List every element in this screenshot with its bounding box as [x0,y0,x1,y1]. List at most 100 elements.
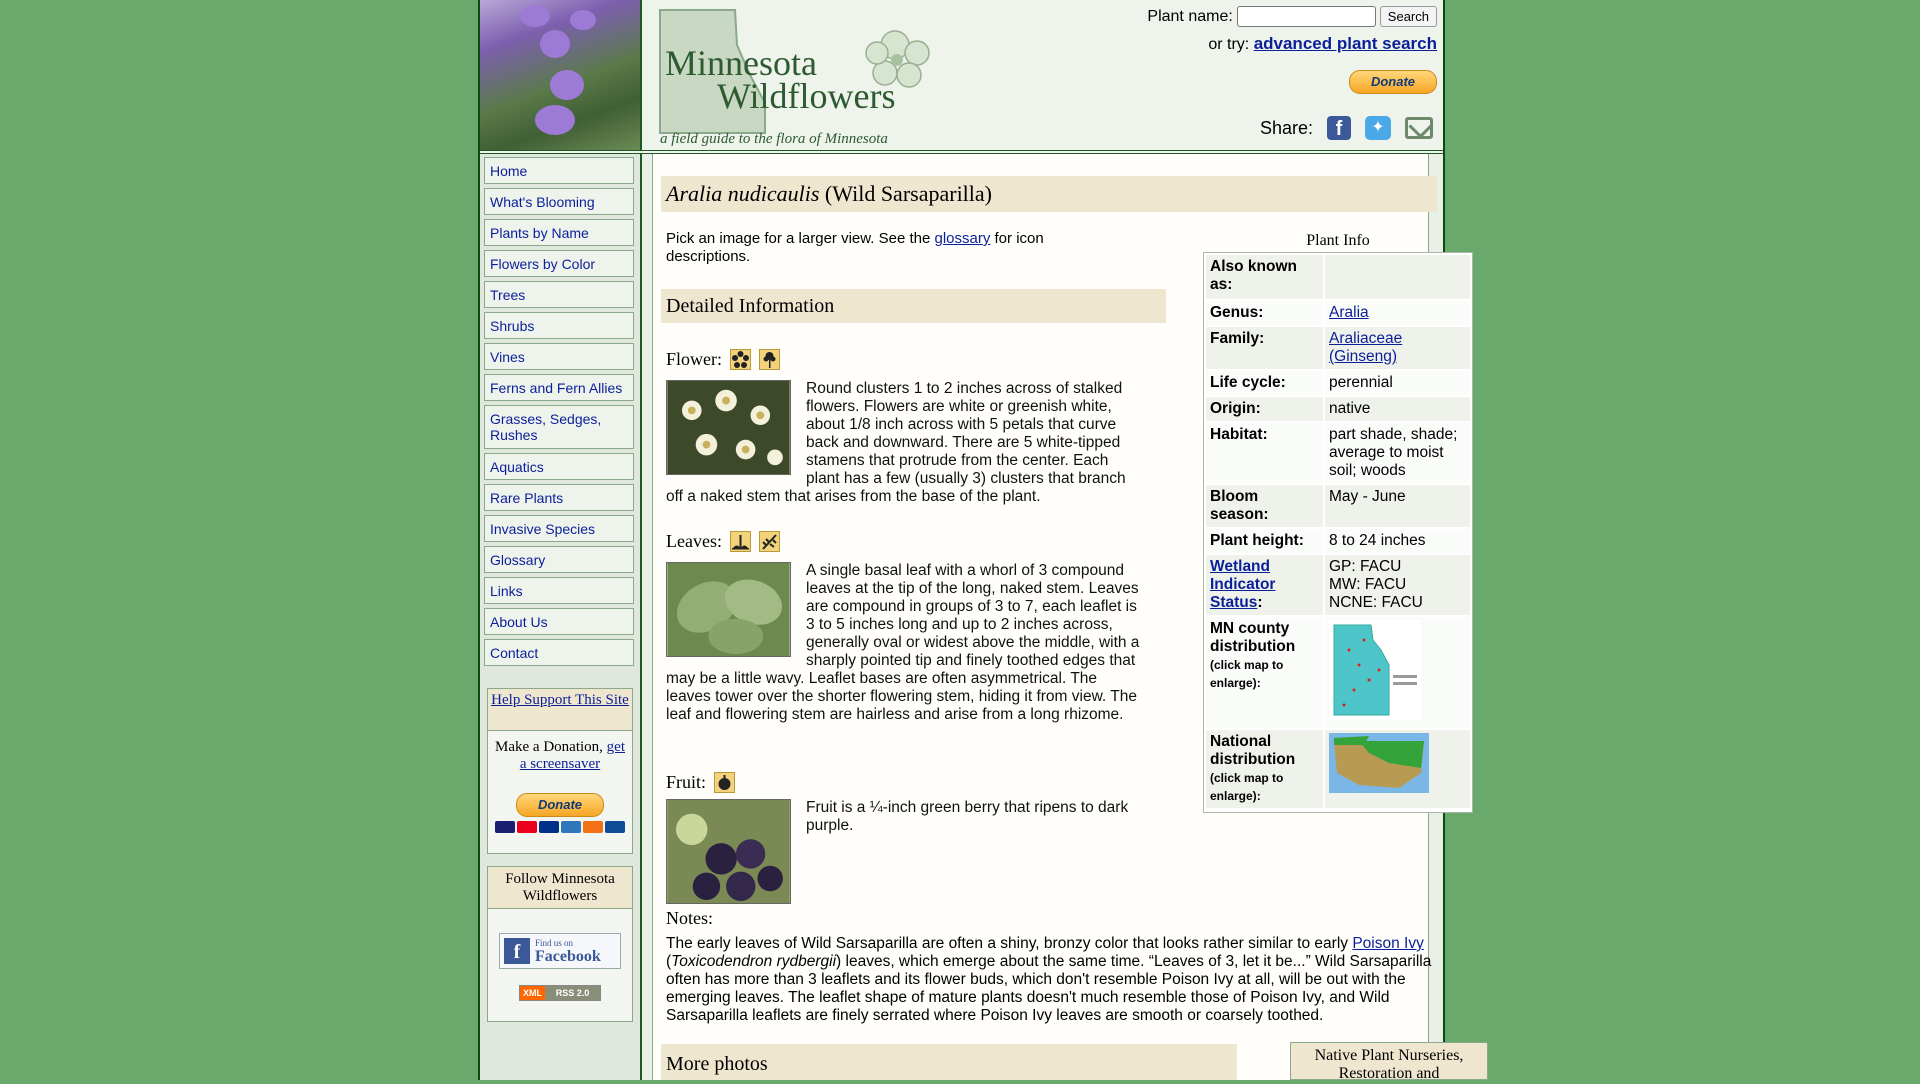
follow-title: Follow Minnesota Wildflowers [488,867,632,909]
poison-ivy-link[interactable]: Poison Ivy [1352,935,1424,952]
info-row-national-map: National distribution (click map to enlar… [1206,730,1470,808]
email-icon[interactable] [1405,117,1433,139]
nav-link[interactable]: Plants by Name [490,225,589,241]
notes-text: The early leaves of Wild Sarsaparilla ar… [666,935,1432,1024]
sidebar-item-links[interactable]: Links [484,577,634,604]
nav-link[interactable]: Flowers by Color [490,256,595,272]
sidebar-item-aquatics[interactable]: Aquatics [484,453,634,480]
nav-link[interactable]: Aquatics [490,459,544,475]
fruit-section-label: Fruit: [666,772,736,793]
plant-info-table: Also known as: Genus: Aralia Family: Arali… [1203,252,1473,813]
nav-link[interactable]: About Us [490,614,548,630]
site-header: Minnesota Wildflowers a field guide to t… [480,0,1443,154]
sidebar-item-invasive-species[interactable]: Invasive Species [484,515,634,542]
nav-link[interactable]: Trees [490,287,525,303]
common-name: (Wild Sarsaparilla) [824,181,992,206]
nav-link[interactable]: Links [490,583,523,599]
flower-section-label: Flower: [666,349,780,370]
genus-link[interactable]: Aralia [1329,304,1369,321]
share-bar: Share: f ✦ [1260,116,1433,140]
help-support-link[interactable]: Help Support This Site [491,692,629,708]
support-box: Help Support This Site Make a Donation, … [487,688,633,854]
fruit-description: Fruit is a ¼-inch green berry that ripen… [666,799,1144,908]
info-row: Life cycle: perennial [1206,371,1470,395]
fb-small-text: Find us on [535,937,574,948]
nav-link[interactable]: Grasses, Sedges, Rushes [490,411,628,443]
nav-link[interactable]: Invasive Species [490,521,595,537]
rss-feed-button[interactable]: XML RSS 2.0 [519,985,601,1001]
nav-link[interactable]: Vines [490,349,525,365]
sidebar-item-plants-by-name[interactable]: Plants by Name [484,219,634,246]
leaves-description: A single basal leaf with a whorl of 3 co… [666,562,1140,723]
sidebar-item-glossary[interactable]: Glossary [484,546,634,573]
fb-big-text: Facebook [535,947,601,965]
national-distribution-map[interactable] [1329,733,1429,793]
page-title: Aralia nudicaulis (Wild Sarsaparilla) [661,176,1437,212]
or-try-label: or try: [1208,36,1250,53]
sidebar-item-shrubs[interactable]: Shrubs [484,312,634,339]
info-row: Bloom season: May - June [1206,485,1470,527]
pick-image-instructions: Pick an image for a larger view. See the… [666,230,1044,265]
nav-link[interactable]: Rare Plants [490,490,563,506]
main-content: Aralia nudicaulis (Wild Sarsaparilla) Pi… [642,154,1488,1080]
follow-box: Follow Minnesota Wildflowers f Find us o… [487,866,633,1022]
sidebar-item-contact[interactable]: Contact [484,639,634,666]
flower-description: Round clusters 1 to 2 inches across of s… [666,380,1126,505]
plant-search-form: Plant name: Search [1147,6,1437,27]
rss-xml-label: XML [520,986,545,1000]
wetland-indicator-link[interactable]: Wetland Indicator Status [1210,558,1275,611]
sidebar-item-trees[interactable]: Trees [484,281,634,308]
sidebar-item-flowers-by-color[interactable]: Flowers by Color [484,250,634,277]
sidebar-item-ferns[interactable]: Ferns and Fern Allies [484,374,634,401]
nav-link[interactable]: Ferns and Fern Allies [490,380,622,396]
search-button[interactable]: Search [1379,6,1437,27]
flower-shape-icon[interactable] [730,349,751,370]
sidebar-item-rare-plants[interactable]: Rare Plants [484,484,634,511]
family-link[interactable]: Araliaceae (Ginseng) [1329,330,1402,365]
sidebar-item-vines[interactable]: Vines [484,343,634,370]
info-row: Family: Araliaceae (Ginseng) [1206,327,1470,369]
info-row-mn-map: MN county distribution (click map to enla… [1206,617,1470,728]
sidebar-item-whats-blooming[interactable]: What's Blooming [484,188,634,215]
advanced-plant-search-link[interactable]: advanced plant search [1254,34,1437,53]
sidebar-item-about-us[interactable]: About Us [484,608,634,635]
info-row: Genus: Aralia [1206,301,1470,325]
facebook-logo-icon: f [504,938,530,964]
flower-photo[interactable] [666,380,791,475]
nav-link[interactable]: What's Blooming [490,194,595,210]
info-row: Plant height: 8 to 24 inches [1206,529,1470,553]
plant-name-input[interactable] [1236,6,1376,27]
donate-button-header[interactable]: Donate [1349,70,1437,94]
poison-ivy-scientific: Toxicodendron rydbergii [671,953,837,970]
info-row: Habitat: part shade, shade; average to mo… [1206,423,1470,483]
berry-icon[interactable] [714,772,736,793]
sidebar-item-grasses[interactable]: Grasses, Sedges, Rushes [484,405,634,449]
minnesota-wildflowers-logo[interactable]: Minnesota Wildflowers a field guide to t… [655,5,955,148]
compound-leaf-icon[interactable] [758,531,780,552]
support-title: Help Support This Site [488,689,632,731]
leaves-section-label: Leaves: [666,531,780,552]
basal-leaf-icon[interactable] [729,531,751,552]
flower-cluster-icon[interactable] [759,349,780,370]
nav-link[interactable]: Contact [490,645,538,661]
facebook-follow-button[interactable]: f Find us on Facebook [499,933,621,969]
sidebar: Home What's Blooming Plants by Name Flow… [480,154,642,1080]
leaves-photo[interactable] [666,562,791,657]
scientific-name: Aralia nudicaulis [666,181,820,206]
sidebar-item-home[interactable]: Home [484,157,634,184]
nav-link[interactable]: Glossary [490,552,545,568]
info-row: Also known as: [1206,255,1470,299]
rss-label: RSS 2.0 [545,986,600,1000]
nav-link[interactable]: Shrubs [490,318,534,334]
glossary-link[interactable]: glossary [934,230,990,247]
donate-button-sidebar[interactable]: Donate [516,793,604,817]
twitter-icon[interactable]: ✦ [1365,116,1391,140]
mn-county-map[interactable] [1329,620,1421,720]
native-nurseries-box[interactable]: Native Plant Nurseries, Restoration and [1290,1042,1488,1080]
payment-cards-icon [492,821,628,833]
facebook-icon[interactable]: f [1327,116,1351,140]
fruit-photo[interactable] [666,799,791,904]
nav-link[interactable]: Home [490,163,527,179]
support-body: Make a Donation, get a screensaver Donat… [488,731,632,833]
logo-line2: Wildflowers [717,76,896,116]
